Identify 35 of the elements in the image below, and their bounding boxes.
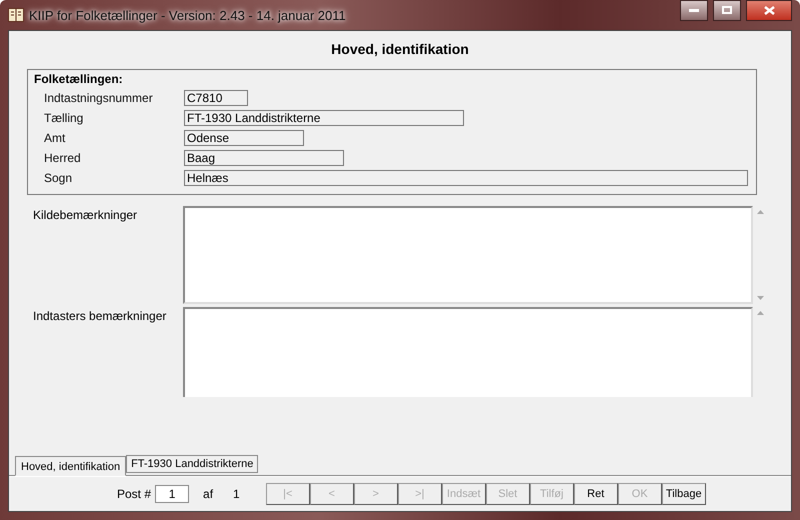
scroll-up-arrow-icon[interactable] xyxy=(756,210,764,214)
close-icon xyxy=(764,6,774,14)
field-label: Kildebemærkninger xyxy=(33,207,138,224)
text-area[interactable] xyxy=(183,307,753,397)
scroll-up-arrow-icon[interactable] xyxy=(756,311,764,315)
record-label: Post # xyxy=(117,487,152,501)
maximize-icon xyxy=(722,6,732,14)
field-label: Sogn xyxy=(44,171,74,185)
book-icon xyxy=(8,8,24,22)
tab[interactable]: Hoved, identifikation xyxy=(15,456,126,476)
record-total: 1 xyxy=(233,487,240,501)
minimize-button[interactable] xyxy=(680,0,708,20)
page-heading: Hoved, identifikation xyxy=(330,41,470,59)
field-label: Indtasters bemærkninger xyxy=(33,308,168,325)
record-number-field[interactable]: 1 xyxy=(155,485,190,503)
nav-button[interactable]: Tilbage xyxy=(662,483,706,505)
group-title: Folketællingen: xyxy=(34,72,124,86)
read-only-field: FT-1930 Landdistrikterne xyxy=(184,110,464,126)
nav-button[interactable]: Ret xyxy=(574,483,618,505)
read-only-field: C7810 xyxy=(184,90,248,106)
field-label: Indtastningsnummer xyxy=(44,91,154,105)
minimize-icon xyxy=(689,8,699,12)
window-title: KIIP for Folketællinger - Version: 2.43 - 14. januar 2011 xyxy=(29,8,346,22)
scroll-down-arrow-icon[interactable] xyxy=(756,296,764,300)
read-only-field: Odense xyxy=(184,130,304,146)
field-label: Tælling xyxy=(44,111,84,125)
maximize-button[interactable] xyxy=(713,0,741,20)
read-only-field: Helnæs xyxy=(184,170,748,186)
field-label: Herred xyxy=(44,151,82,165)
read-only-field: Baag xyxy=(184,150,344,166)
tab[interactable]: FT-1930 Landdistrikterne xyxy=(126,455,258,473)
of-label: af xyxy=(203,487,214,501)
field-label: Amt xyxy=(44,131,66,145)
text-area[interactable] xyxy=(183,206,753,304)
close-button[interactable] xyxy=(746,0,792,20)
